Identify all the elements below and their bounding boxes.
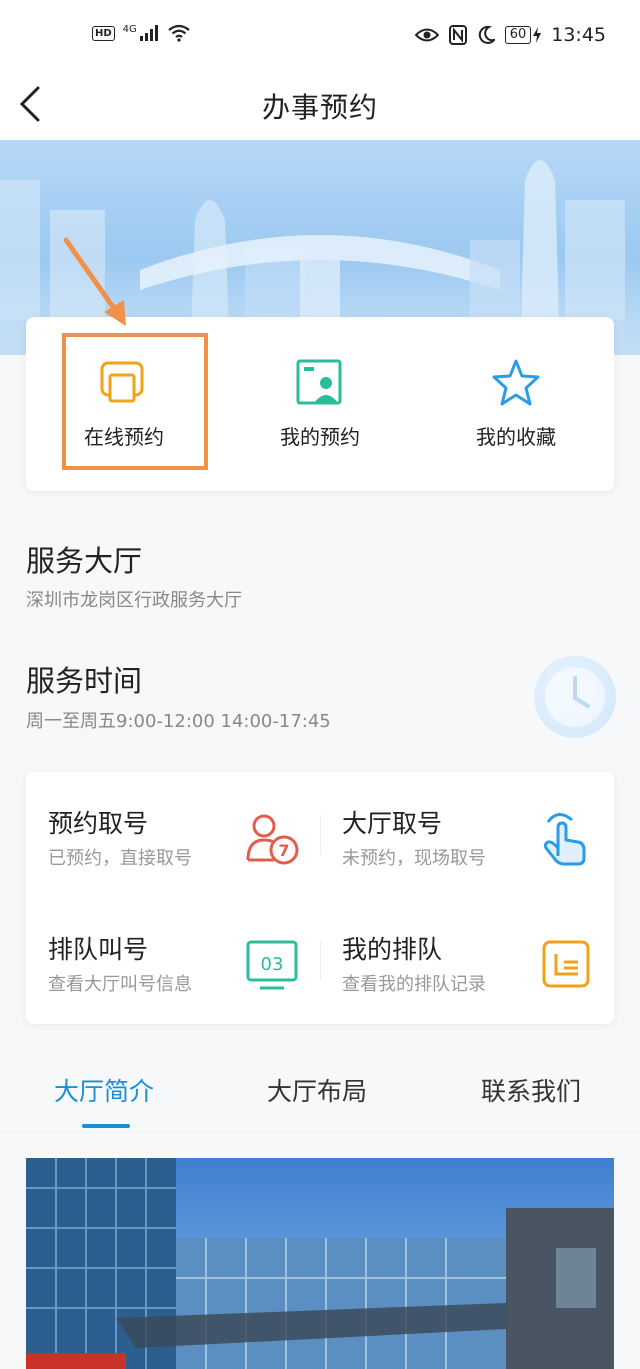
id-card-icon (296, 359, 342, 405)
hd-icon: HD (92, 25, 115, 41)
service-title: 排队叫号 (48, 935, 149, 964)
hall-title: 服务大厅 (26, 544, 143, 578)
service-title: 我的排队 (342, 935, 443, 964)
charging-icon (533, 27, 542, 43)
arrow-annotation-icon (63, 237, 126, 326)
wifi-icon (168, 24, 190, 42)
hours-title: 服务时间 (26, 664, 143, 698)
services-grid: 预约取号 已预约，直接取号 7 大厅取号 未预约，现场取号 排队叫号 查看大厅叫… (26, 772, 614, 1024)
clock-icon (534, 656, 616, 738)
tab-contact-us[interactable]: 联系我们 (481, 1072, 581, 1108)
highlight-box (62, 333, 208, 470)
tab-bar: 大厅简介 大厅布局 联系我们 (0, 1050, 640, 1133)
service-title: 预约取号 (48, 809, 149, 838)
service-subtitle: 未预约，现场取号 (342, 848, 486, 869)
hall-name: 深圳市龙岗区行政服务大厅 (26, 590, 242, 611)
quick-action-label: 我的预约 (280, 425, 360, 449)
my-favorites-item[interactable]: 我的收藏 (436, 317, 596, 491)
nav-bar: 办事预约 (0, 72, 640, 140)
tab-hall-intro[interactable]: 大厅简介 (54, 1072, 154, 1108)
appointment-ticket-item[interactable]: 预约取号 已预约，直接取号 7 (26, 772, 320, 898)
my-booking-item[interactable]: 我的预约 (240, 317, 400, 491)
hand-tap-icon (543, 813, 586, 866)
service-subtitle: 已预约，直接取号 (48, 848, 192, 869)
page-title: 办事预约 (261, 91, 378, 124)
ticket-person-icon: 7 (246, 814, 299, 865)
queue-call-item[interactable]: 排队叫号 查看大厅叫号信息 03 (26, 898, 320, 1024)
clock-time: 13:45 (551, 24, 606, 46)
eye-icon (414, 28, 439, 42)
active-tab-indicator (82, 1124, 130, 1128)
hall-building-photo (26, 1158, 614, 1369)
display-icon-number: 03 (261, 954, 284, 975)
nfc-icon (448, 25, 467, 45)
status-bar: HD 4G 60 13:45 (0, 0, 640, 72)
ticket-icon-number: 7 (278, 841, 289, 860)
tab-hall-layout[interactable]: 大厅布局 (267, 1072, 367, 1108)
star-icon (492, 359, 540, 406)
service-subtitle: 查看我的排队记录 (342, 974, 486, 995)
status-left: HD 4G (92, 24, 191, 42)
battery-icon: 60 (504, 26, 532, 44)
service-subtitle: 查看大厅叫号信息 (48, 974, 192, 995)
hall-ticket-item[interactable]: 大厅取号 未预约，现场取号 (320, 772, 614, 898)
status-right: 60 13:45 (414, 24, 606, 46)
queue-record-icon (542, 940, 590, 988)
my-queue-item[interactable]: 我的排队 查看我的排队记录 (320, 898, 614, 1024)
network-type: 4G (122, 23, 137, 35)
signal-icon (139, 25, 158, 41)
moon-icon (478, 25, 495, 44)
display-number-icon: 03 (246, 940, 298, 990)
service-title: 大厅取号 (342, 809, 443, 838)
quick-action-label: 我的收藏 (476, 425, 556, 449)
hours-value: 周一至周五9:00-12:00 14:00-17:45 (26, 711, 331, 732)
